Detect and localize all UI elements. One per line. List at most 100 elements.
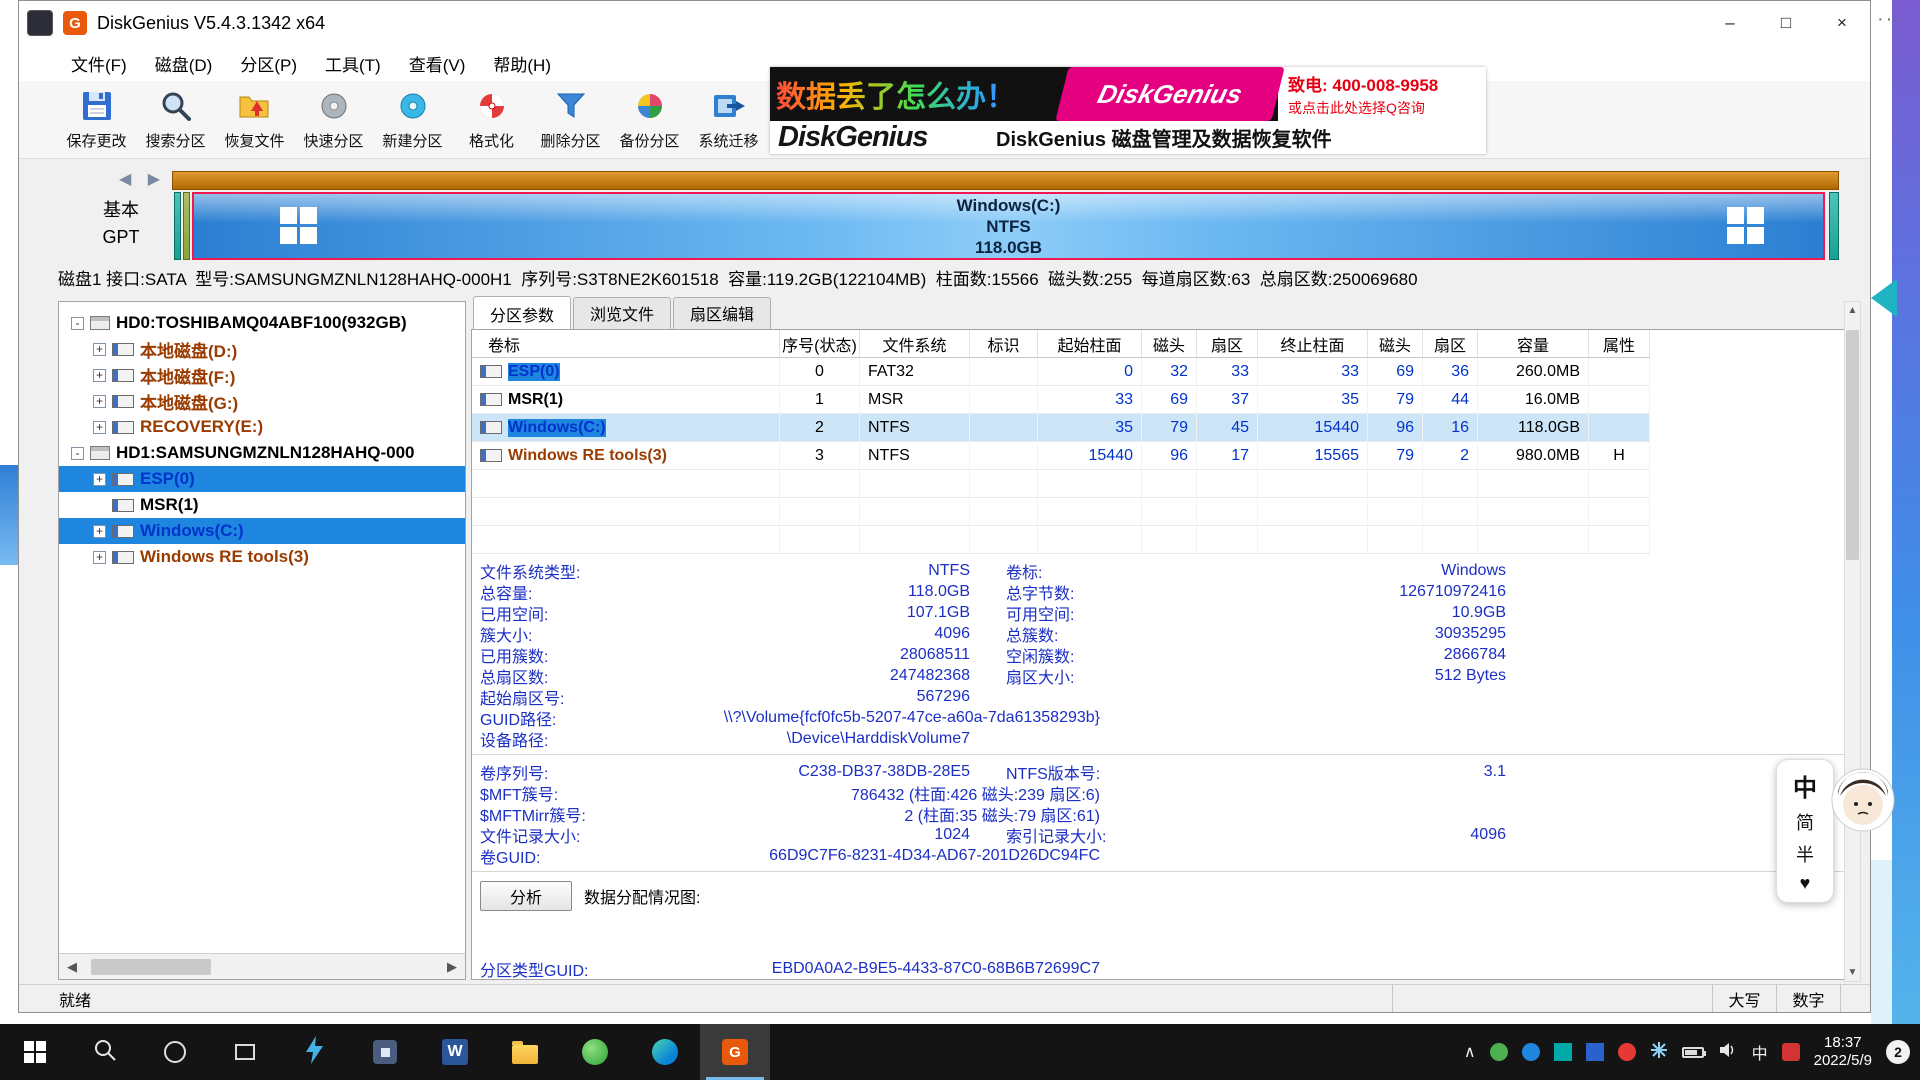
- tree-item-windows-re[interactable]: +Windows RE tools(3): [59, 544, 465, 570]
- partition-row-msr[interactable]: MSR(1) 1MSR33693735794416.0MB: [472, 386, 1650, 414]
- pinned-app-flash-tool[interactable]: [280, 1024, 350, 1080]
- partition-row-windows-re[interactable]: Windows RE tools(3) 3NTFS154409617155657…: [472, 442, 1650, 470]
- tree-item-local-f[interactable]: +本地磁盘(F:): [59, 362, 465, 388]
- scrollbar-thumb[interactable]: [1846, 330, 1859, 560]
- ime-mode-chinese[interactable]: 中: [1793, 768, 1817, 803]
- quick-partition-button[interactable]: 快速分区: [294, 84, 373, 156]
- msr-partition-block[interactable]: [183, 192, 190, 260]
- pinned-app-browser-360[interactable]: [560, 1024, 630, 1080]
- new-partition-button[interactable]: 新建分区: [373, 84, 452, 156]
- tree-item-windows-c[interactable]: +Windows(C:): [59, 518, 465, 544]
- tree-item-hd1[interactable]: -HD1:SAMSUNGMZNLN128HAHQ-000: [59, 440, 465, 466]
- analyze-button[interactable]: 分析: [480, 881, 572, 911]
- ime-indicator[interactable]: 中: [1752, 1040, 1768, 1064]
- expand-icon[interactable]: +: [93, 395, 106, 408]
- tree-item-esp[interactable]: +ESP(0): [59, 466, 465, 492]
- ad-banner[interactable]: 数据丢了怎么办！ DiskGenius 致电: 400-008-9958 或点击…: [770, 67, 1486, 154]
- start-button[interactable]: [0, 1024, 70, 1080]
- column-header[interactable]: 扇区: [1197, 330, 1258, 357]
- disk-header-bar[interactable]: [172, 171, 1839, 190]
- column-header[interactable]: 磁头: [1368, 330, 1423, 357]
- search-partition-button[interactable]: 搜索分区: [136, 84, 215, 156]
- recovery-partition-block[interactable]: [1829, 192, 1839, 260]
- tray-snowflake-icon[interactable]: [1650, 1041, 1668, 1064]
- column-header[interactable]: 扇区: [1423, 330, 1478, 357]
- ime-simplified[interactable]: 简: [1796, 809, 1814, 835]
- expand-icon[interactable]: +: [93, 369, 106, 382]
- menu-tools[interactable]: 工具(T): [311, 51, 395, 76]
- column-header[interactable]: 文件系统: [860, 330, 970, 357]
- tree-item-msr[interactable]: MSR(1): [59, 492, 465, 518]
- delete-partition-button[interactable]: 删除分区: [531, 84, 610, 156]
- pinned-app-file-explorer[interactable]: [490, 1024, 560, 1080]
- menu-file[interactable]: 文件(F): [57, 51, 141, 76]
- tray-qq-icon[interactable]: [1586, 1043, 1604, 1061]
- format-button[interactable]: 格式化: [452, 84, 531, 156]
- ime-halfwidth[interactable]: 半: [1796, 841, 1814, 867]
- volume-icon[interactable]: [1718, 1041, 1738, 1064]
- tray-security-icon[interactable]: [1490, 1043, 1508, 1061]
- ime-favorite-icon[interactable]: ♥: [1800, 873, 1811, 894]
- menu-partition[interactable]: 分区(P): [226, 51, 311, 76]
- taskbar-search-button[interactable]: [70, 1024, 140, 1080]
- action-center-badge[interactable]: 2: [1886, 1040, 1910, 1064]
- battery-icon[interactable]: [1682, 1047, 1704, 1058]
- tab-partition-params[interactable]: 分区参数: [473, 296, 571, 330]
- scrollbar-thumb[interactable]: [91, 959, 211, 975]
- scroll-up-arrow[interactable]: ▲: [1845, 302, 1860, 319]
- tray-teamviewer-icon[interactable]: [1554, 1043, 1572, 1061]
- backup-partition-button[interactable]: 备份分区: [610, 84, 689, 156]
- next-disk-arrow[interactable]: ▶: [148, 171, 166, 188]
- column-header[interactable]: 序号(状态): [780, 330, 860, 357]
- column-header[interactable]: 卷标: [472, 330, 780, 357]
- minimize-button[interactable]: –: [1702, 1, 1758, 45]
- pinned-app-snip-tool[interactable]: [350, 1024, 420, 1080]
- tray-netease-icon[interactable]: [1618, 1043, 1636, 1061]
- show-hidden-icons-button[interactable]: ∧: [1464, 1042, 1476, 1062]
- tab-browse-files[interactable]: 浏览文件: [573, 297, 671, 329]
- tray-sync-icon[interactable]: [1522, 1043, 1540, 1061]
- menu-help[interactable]: 帮助(H): [479, 51, 565, 76]
- horizontal-scrollbar[interactable]: ◀ ▶: [59, 953, 465, 979]
- tree-item-hd0[interactable]: -HD0:TOSHIBAMQ04ABF100(932GB): [59, 310, 465, 336]
- expand-icon[interactable]: +: [93, 343, 106, 356]
- prev-disk-arrow[interactable]: ◀: [119, 171, 137, 188]
- system-migration-button[interactable]: 系统迁移: [689, 84, 768, 156]
- expand-icon[interactable]: +: [93, 525, 106, 538]
- pinned-app-edge[interactable]: [630, 1024, 700, 1080]
- task-view-button[interactable]: [210, 1024, 280, 1080]
- resize-grip[interactable]: [1840, 985, 1870, 1012]
- close-button[interactable]: ×: [1814, 1, 1870, 45]
- tree-item-local-g[interactable]: +本地磁盘(G:): [59, 388, 465, 414]
- menu-disk[interactable]: 磁盘(D): [141, 51, 227, 76]
- recover-files-button[interactable]: 恢复文件: [215, 84, 294, 156]
- tab-sector-edit[interactable]: 扇区编辑: [673, 297, 771, 329]
- column-header[interactable]: 容量: [1478, 330, 1589, 357]
- expand-icon[interactable]: +: [93, 551, 106, 564]
- windows-c-partition-block[interactable]: Windows(C:) NTFS 118.0GB: [192, 192, 1825, 260]
- partition-row-esp[interactable]: ESP(0) 0FAT3203233336936260.0MB: [472, 358, 1650, 386]
- column-header[interactable]: 标识: [970, 330, 1038, 357]
- column-header[interactable]: 属性: [1589, 330, 1650, 357]
- tray-sogou-icon[interactable]: [1782, 1043, 1800, 1061]
- save-changes-button[interactable]: 保存更改: [57, 84, 136, 156]
- scroll-right-arrow[interactable]: ▶: [439, 959, 465, 975]
- expand-icon[interactable]: +: [93, 421, 106, 434]
- scroll-down-arrow[interactable]: ▼: [1845, 964, 1860, 981]
- column-header[interactable]: 起始柱面: [1038, 330, 1142, 357]
- maximize-button[interactable]: □: [1758, 1, 1814, 45]
- collapse-icon[interactable]: -: [71, 447, 84, 460]
- scroll-left-arrow[interactable]: ◀: [59, 959, 85, 975]
- column-header[interactable]: 终止柱面: [1258, 330, 1368, 357]
- ad-qq-link[interactable]: 或点击此处选择Q咨询: [1288, 98, 1486, 118]
- pinned-app-word[interactable]: W: [420, 1024, 490, 1080]
- collapse-icon[interactable]: -: [71, 317, 84, 330]
- cortana-button[interactable]: [140, 1024, 210, 1080]
- menu-view[interactable]: 查看(V): [395, 51, 480, 76]
- ime-status-widget[interactable]: 中 简 半 ♥: [1776, 759, 1896, 903]
- partition-row-windows-c-selected[interactable]: Windows(C:) 2NTFS357945154409616118.0GB: [472, 414, 1650, 442]
- more-icon[interactable]: ···: [1877, 8, 1903, 31]
- esp-partition-block[interactable]: [174, 192, 181, 260]
- tree-item-recovery-e[interactable]: +RECOVERY(E:): [59, 414, 465, 440]
- tree-item-local-d[interactable]: +本地磁盘(D:): [59, 336, 465, 362]
